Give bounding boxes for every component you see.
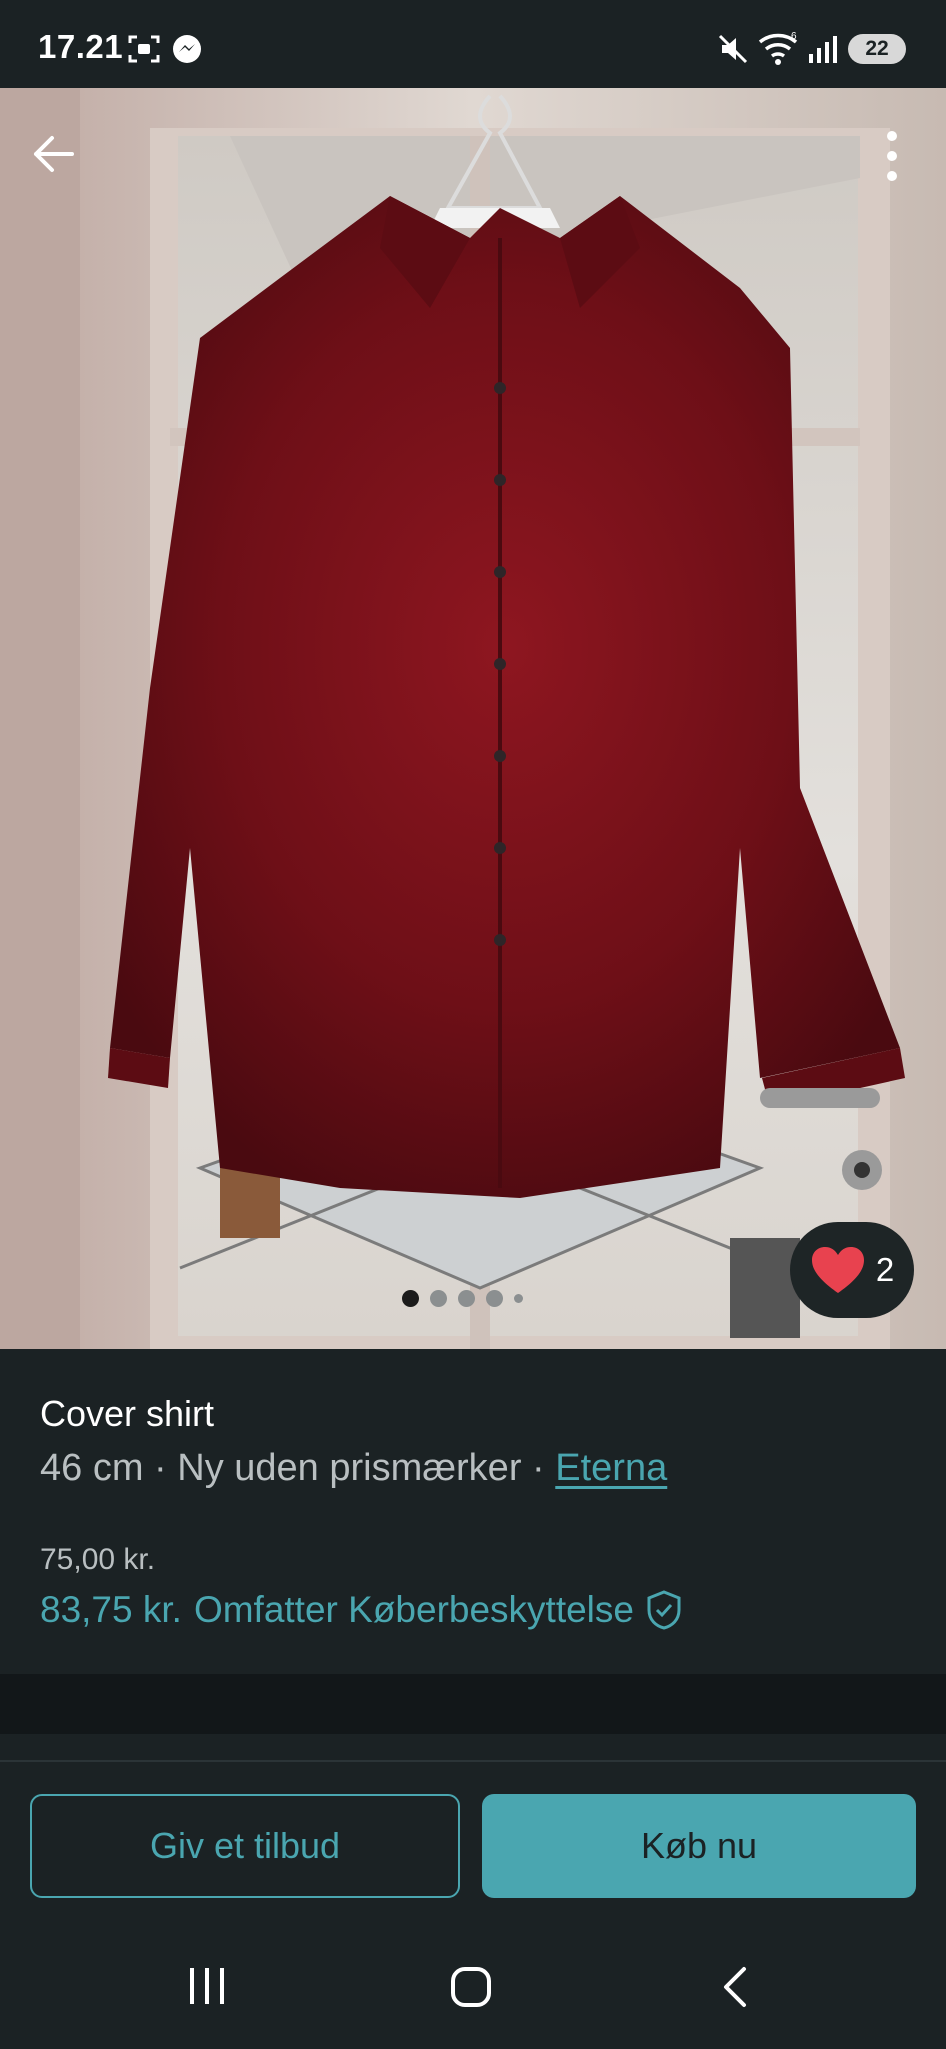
favorite-button[interactable]: 2 [790, 1222, 914, 1318]
mute-icon [716, 32, 750, 71]
buy-now-button[interactable]: Køb nu [482, 1794, 916, 1898]
item-size: 46 cm [40, 1447, 144, 1489]
system-back-button[interactable] [720, 1966, 750, 2013]
item-title: Cover shirt [40, 1393, 215, 1434]
arrow-left-icon [34, 136, 74, 172]
detail-separator: · [532, 1447, 545, 1489]
svg-text:6: 6 [791, 31, 797, 42]
status-bar: 17.21 6 22 [0, 0, 946, 88]
photo-pagination [402, 1290, 523, 1307]
make-offer-button[interactable]: Giv et tilbud [30, 1794, 460, 1898]
pagination-dot-active[interactable] [402, 1290, 419, 1307]
more-vertical-icon [887, 131, 897, 181]
screenshot-icon [128, 34, 160, 69]
battery-icon: 22 [848, 34, 906, 64]
shield-check-icon [647, 1590, 681, 1630]
home-button[interactable] [450, 1966, 492, 2013]
buyer-protection-price[interactable]: 83,75 kr. Omfatter Køberbeskyttelse [40, 1589, 682, 1631]
status-time: 17.21 [38, 28, 124, 65]
back-button[interactable] [28, 128, 80, 180]
wifi-icon: 6 [758, 30, 800, 71]
recent-apps-button[interactable] [186, 1966, 228, 2011]
product-photo[interactable] [0, 88, 946, 1349]
protection-label: Omfatter Køberbeskyttelse [193, 1589, 634, 1630]
heart-icon [811, 1247, 864, 1293]
item-details: 46 cm · Ny uden prismærker · Eterna [40, 1447, 667, 1490]
shirt-photo-illustration [0, 88, 946, 1349]
item-info: Cover shirt 46 cm · Ny uden prismærker ·… [0, 1349, 946, 1674]
pagination-dot[interactable] [430, 1290, 447, 1307]
more-options-button[interactable] [872, 126, 912, 186]
item-condition: Ny uden prismærker [177, 1447, 522, 1489]
detail-separator: · [154, 1447, 167, 1489]
signal-icon [808, 34, 838, 69]
divider-line [0, 1760, 946, 1762]
bottom-action-bar: Giv et tilbud Køb nu [0, 1734, 946, 2049]
messenger-icon [172, 34, 202, 69]
recent-apps-icon [190, 1968, 224, 2004]
home-icon [451, 1967, 491, 2007]
pagination-dot[interactable] [514, 1294, 523, 1303]
favorite-count: 2 [875, 1251, 895, 1288]
chevron-left-icon [724, 1967, 746, 2007]
section-divider [0, 1674, 946, 1734]
pagination-dot[interactable] [486, 1290, 503, 1307]
pagination-dot[interactable] [458, 1290, 475, 1307]
total-price: 83,75 kr. [40, 1589, 182, 1630]
brand-link[interactable]: Eterna [555, 1447, 667, 1489]
item-price: 75,00 kr. [40, 1543, 156, 1576]
